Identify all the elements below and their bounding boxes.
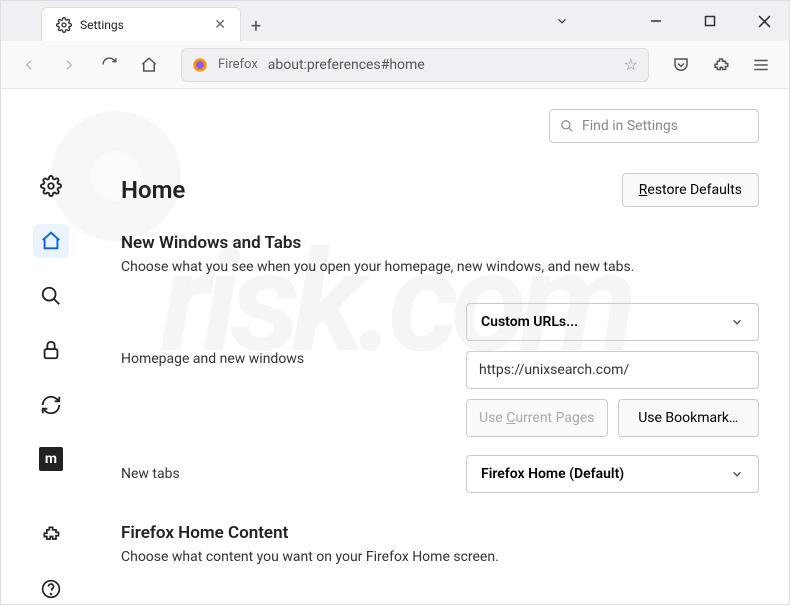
main-content: Find in Settings Home Restore Defaults N…	[101, 89, 789, 606]
gear-icon	[56, 17, 72, 33]
close-icon[interactable]: ✕	[214, 17, 226, 33]
chevron-down-icon[interactable]	[547, 6, 577, 36]
url-label: Firefox	[218, 57, 258, 72]
forward-button[interactable]	[53, 49, 85, 81]
close-window-button[interactable]	[749, 6, 779, 36]
page-title: Home	[121, 176, 185, 204]
pocket-button[interactable]	[665, 49, 697, 81]
newtabs-label: New tabs	[121, 466, 436, 482]
section2-heading: Firefox Home Content	[121, 523, 759, 543]
new-tab-button[interactable]: +	[241, 11, 271, 41]
sidebar: m	[1, 89, 101, 606]
section-heading: New Windows and Tabs	[121, 233, 759, 253]
sidebar-item-general[interactable]	[33, 169, 69, 204]
sidebar-item-privacy[interactable]	[33, 333, 69, 368]
newtabs-select[interactable]: Firefox Home (Default)	[466, 455, 759, 493]
sidebar-item-extensions[interactable]	[33, 517, 69, 552]
url-bar[interactable]: Firefox about:preferences#home ☆	[181, 48, 649, 82]
star-icon[interactable]: ☆	[624, 55, 638, 74]
minimize-button[interactable]	[641, 6, 671, 36]
extensions-button[interactable]	[705, 49, 737, 81]
home-button[interactable]	[133, 49, 165, 81]
use-bookmark-button[interactable]: Use Bookmark…	[618, 399, 760, 437]
sidebar-item-m[interactable]: m	[33, 442, 69, 477]
sidebar-item-help[interactable]	[33, 571, 69, 606]
search-icon	[560, 119, 574, 133]
tab-settings[interactable]: Settings ✕	[41, 7, 241, 41]
use-current-pages-button: Use Current Pages	[466, 399, 608, 437]
homepage-label: Homepage and new windows	[121, 303, 436, 367]
toolbar: Firefox about:preferences#home ☆	[1, 41, 789, 89]
menu-button[interactable]	[745, 49, 777, 81]
restore-defaults-button[interactable]: Restore Defaults	[622, 173, 759, 207]
sidebar-item-sync[interactable]	[33, 388, 69, 423]
url-text: about:preferences#home	[268, 57, 614, 73]
back-button[interactable]	[13, 49, 45, 81]
search-input[interactable]: Find in Settings	[549, 109, 759, 143]
tab-title: Settings	[80, 18, 124, 32]
chevron-down-icon	[730, 315, 744, 329]
sidebar-item-home[interactable]	[33, 224, 69, 259]
section2-desc: Choose what content you want on your Fir…	[121, 549, 759, 565]
chevron-down-icon	[730, 467, 744, 481]
homepage-select[interactable]: Custom URLs...	[466, 303, 759, 341]
section-desc: Choose what you see when you open your h…	[121, 259, 759, 275]
tab-bar: Settings ✕ +	[1, 1, 789, 41]
homepage-url-input[interactable]: https://unixsearch.com/	[466, 351, 759, 389]
reload-button[interactable]	[93, 49, 125, 81]
sidebar-item-search[interactable]	[33, 278, 69, 313]
search-placeholder: Find in Settings	[582, 118, 678, 134]
firefox-icon	[192, 57, 208, 73]
m-icon: m	[39, 447, 63, 471]
maximize-button[interactable]	[695, 6, 725, 36]
